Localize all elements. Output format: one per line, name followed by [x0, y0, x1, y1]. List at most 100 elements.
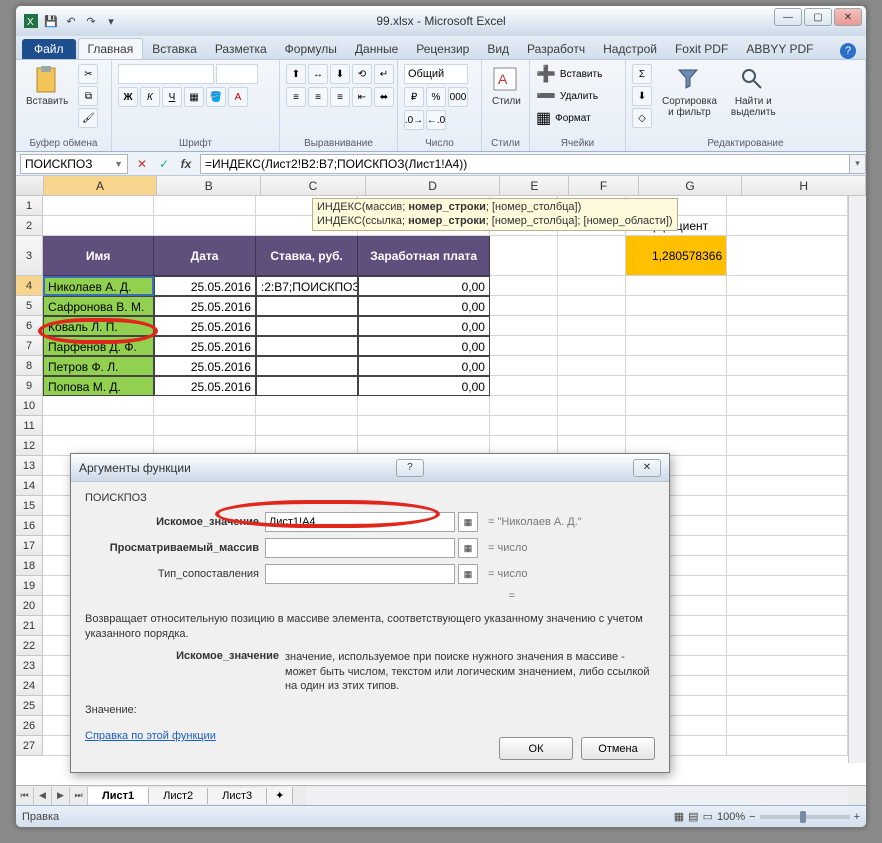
tab-home[interactable]: Главная [78, 38, 144, 59]
redo-icon[interactable]: ↷ [82, 12, 100, 30]
align-left-icon[interactable]: ≡ [286, 87, 306, 107]
view-break-icon[interactable]: ▭ [703, 810, 713, 823]
undo-icon[interactable]: ↶ [62, 12, 80, 30]
styles-button[interactable]: A Стили [488, 64, 525, 109]
merge-icon[interactable]: ⬌ [374, 87, 394, 107]
arg-array-ref-icon[interactable]: ▦ [458, 538, 478, 558]
col-G[interactable]: G [639, 176, 743, 195]
zoom-out-icon[interactable]: − [749, 811, 755, 823]
autosum-icon[interactable]: Σ [632, 64, 652, 84]
align-bottom-icon[interactable]: ⬇ [330, 64, 350, 84]
minimize-button[interactable]: — [774, 8, 802, 26]
file-tab[interactable]: Файл [22, 39, 76, 59]
tab-foxit[interactable]: Foxit PDF [666, 39, 737, 59]
col-D[interactable]: D [366, 176, 500, 195]
cancel-formula-icon[interactable]: ✕ [132, 154, 152, 174]
sheet-nav-first-icon[interactable]: ⏮ [16, 787, 34, 805]
underline-icon[interactable]: Ч [162, 87, 182, 107]
qa-dropdown-icon[interactable]: ▾ [102, 12, 120, 30]
header-rate[interactable]: Ставка, руб. [256, 236, 359, 276]
col-F[interactable]: F [569, 176, 638, 195]
tab-formulas[interactable]: Формулы [276, 39, 346, 59]
tab-data[interactable]: Данные [346, 39, 407, 59]
italic-icon[interactable]: К [140, 87, 160, 107]
tab-addins[interactable]: Надстрой [594, 39, 666, 59]
dialog-ok-button[interactable]: ОК [499, 737, 573, 760]
align-center-icon[interactable]: ≡ [308, 87, 328, 107]
fill-icon[interactable]: ⬇ [632, 86, 652, 106]
paste-button[interactable]: Вставить [22, 64, 72, 109]
fx-icon[interactable]: fx [176, 154, 196, 174]
cell-C4[interactable]: :2:B7;ПОИСКПОЗ [256, 276, 359, 296]
new-sheet-icon[interactable]: ✦ [267, 787, 293, 804]
dialog-help-link[interactable]: Справка по этой функции [85, 730, 216, 742]
header-date[interactable]: Дата [154, 236, 256, 276]
excel-icon[interactable]: X [22, 12, 40, 30]
dialog-close-icon[interactable]: ✕ [633, 459, 661, 477]
close-button[interactable]: ✕ [834, 8, 862, 26]
tab-developer[interactable]: Разработч [518, 39, 594, 59]
border-icon[interactable]: ▦ [184, 87, 204, 107]
col-A[interactable]: A [44, 176, 158, 195]
tab-layout[interactable]: Разметка [206, 39, 276, 59]
sheet-tab-2[interactable]: Лист2 [149, 788, 208, 804]
header-name[interactable]: Имя [43, 236, 154, 276]
arg-lookup-ref-icon[interactable]: ▦ [458, 512, 478, 532]
comma-icon[interactable]: 000 [448, 87, 468, 107]
sheet-tab-3[interactable]: Лист3 [208, 788, 267, 804]
vertical-scrollbar[interactable] [848, 196, 866, 763]
dialog-cancel-button[interactable]: Отмена [581, 737, 655, 760]
tab-abbyy[interactable]: ABBYY PDF [737, 39, 822, 59]
copy-icon[interactable]: ⧉ [78, 86, 98, 106]
help-icon[interactable]: ? [840, 43, 856, 59]
dialog-help-icon[interactable]: ? [396, 459, 424, 477]
sheet-tab-1[interactable]: Лист1 [88, 787, 149, 804]
arg-array-input[interactable] [265, 538, 455, 558]
sort-filter-button[interactable]: Сортировка и фильтр [658, 64, 721, 120]
name-box[interactable]: ПОИСКПОЗ ▼ [20, 154, 128, 174]
clear-icon[interactable]: ◇ [632, 108, 652, 128]
name-box-dropdown-icon[interactable]: ▼ [114, 159, 123, 169]
format-cell-icon[interactable]: ▦ [536, 108, 551, 128]
sheet-nav-last-icon[interactable]: ⏭ [70, 787, 88, 805]
align-middle-icon[interactable]: ↔ [308, 64, 328, 84]
maximize-button[interactable]: ▢ [804, 8, 832, 26]
cut-icon[interactable]: ✂ [78, 64, 98, 84]
indent-dec-icon[interactable]: ⇤ [352, 87, 372, 107]
zoom-level[interactable]: 100% [717, 811, 745, 823]
zoom-slider[interactable] [760, 815, 850, 819]
enter-formula-icon[interactable]: ✓ [154, 154, 174, 174]
horizontal-scrollbar[interactable] [306, 787, 848, 805]
zoom-in-icon[interactable]: + [854, 811, 860, 823]
header-salary[interactable]: Заработная плата [358, 236, 489, 276]
bold-icon[interactable]: Ж [118, 87, 138, 107]
font-size-select[interactable] [216, 64, 258, 84]
number-format-select[interactable]: Общий [404, 64, 468, 84]
orientation-icon[interactable]: ⟲ [352, 64, 372, 84]
percent-icon[interactable]: % [426, 87, 446, 107]
dialog-title-bar[interactable]: Аргументы функции ? ✕ [71, 454, 669, 482]
fill-color-icon[interactable]: 🪣 [206, 87, 226, 107]
font-color-icon[interactable]: A [228, 87, 248, 107]
arg-type-ref-icon[interactable]: ▦ [458, 564, 478, 584]
formula-input[interactable]: =ИНДЕКС(Лист2!B2:B7;ПОИСКПОЗ(Лист1!A4)) [200, 154, 850, 174]
col-B[interactable]: B [157, 176, 261, 195]
expand-formula-icon[interactable]: ▾ [850, 154, 866, 174]
arg-type-input[interactable] [265, 564, 455, 584]
cell-A4[interactable]: Николаев А. Д. [43, 276, 154, 296]
select-all-corner[interactable] [16, 176, 44, 195]
arg-lookup-input[interactable] [265, 512, 455, 532]
inc-decimal-icon[interactable]: .0→ [404, 110, 424, 130]
save-icon[interactable]: 💾 [42, 12, 60, 30]
align-top-icon[interactable]: ⬆ [286, 64, 306, 84]
tab-insert[interactable]: Вставка [143, 39, 206, 59]
insert-cell-icon[interactable]: ➕ [536, 64, 556, 84]
sheet-nav-next-icon[interactable]: ▶ [52, 787, 70, 805]
wrap-text-icon[interactable]: ↵ [374, 64, 394, 84]
tab-review[interactable]: Рецензир [407, 39, 478, 59]
format-painter-icon[interactable]: 🖌 [78, 108, 98, 128]
col-E[interactable]: E [500, 176, 569, 195]
sheet-nav-prev-icon[interactable]: ◀ [34, 787, 52, 805]
col-H[interactable]: H [742, 176, 866, 195]
tab-view[interactable]: Вид [478, 39, 518, 59]
